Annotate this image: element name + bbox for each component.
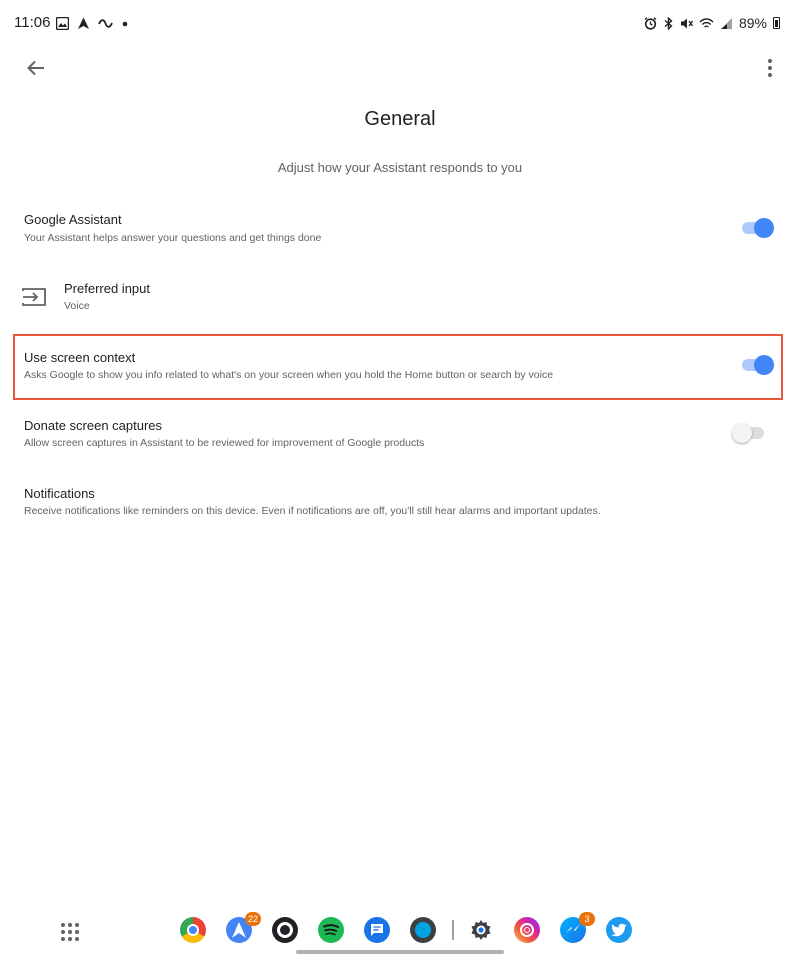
alarm-icon bbox=[644, 16, 657, 30]
use-screen-context-toggle[interactable] bbox=[740, 354, 774, 376]
image-icon bbox=[56, 16, 69, 30]
messages-icon[interactable] bbox=[364, 917, 390, 943]
setting-subtitle: Allow screen captures in Assistant to be… bbox=[24, 437, 425, 449]
back-button[interactable] bbox=[22, 54, 50, 82]
battery-percentage: 89% bbox=[738, 15, 767, 31]
setting-title: Use screen context bbox=[24, 350, 136, 365]
setting-subtitle: Voice bbox=[64, 300, 90, 312]
spark-mail-icon[interactable]: 22 bbox=[226, 912, 261, 943]
spotify-icon[interactable] bbox=[318, 917, 344, 943]
status-left-icons bbox=[56, 14, 129, 32]
status-right-icons: 89% bbox=[644, 14, 780, 32]
status-time: 11:06 bbox=[14, 14, 51, 31]
dock-divider bbox=[452, 920, 454, 940]
setting-subtitle: Receive notifications like reminders on … bbox=[24, 505, 601, 517]
twitter-icon[interactable] bbox=[606, 917, 632, 943]
setting-subtitle: Your Assistant helps answer your questio… bbox=[24, 232, 322, 244]
signal-icon bbox=[720, 17, 732, 29]
setting-title: Notifications bbox=[24, 486, 95, 501]
chrome-icon[interactable] bbox=[180, 917, 206, 943]
notification-badge: 22 bbox=[244, 912, 261, 926]
notification-badge: 3 bbox=[579, 912, 595, 926]
setting-subtitle: Asks Google to show you info related to … bbox=[24, 369, 554, 381]
notifications-setting[interactable]: Notifications Receive notifications like… bbox=[0, 476, 800, 532]
mute-icon bbox=[680, 18, 693, 28]
battery-icon bbox=[773, 17, 780, 29]
donate-screen-captures-toggle[interactable] bbox=[732, 422, 766, 444]
more-vert-icon bbox=[768, 59, 772, 63]
more-options-button[interactable] bbox=[760, 54, 780, 82]
setting-title: Google Assistant bbox=[24, 212, 122, 227]
beeper-icon[interactable] bbox=[272, 917, 298, 943]
messenger-icon[interactable]: 3 bbox=[560, 912, 595, 943]
home-gesture-pill[interactable] bbox=[296, 950, 504, 954]
google-assistant-toggle[interactable] bbox=[740, 217, 774, 239]
arrow-back-icon bbox=[27, 60, 44, 76]
page-subtitle: Adjust how your Assistant responds to yo… bbox=[277, 160, 523, 175]
dot-icon bbox=[122, 21, 128, 26]
navigation-arrow-icon bbox=[78, 17, 89, 29]
page-title: General bbox=[364, 108, 436, 130]
settings-icon[interactable] bbox=[468, 917, 494, 943]
setting-title: Preferred input bbox=[64, 281, 150, 296]
camera-app-icon[interactable] bbox=[410, 917, 436, 943]
donate-screen-captures-setting[interactable]: Donate screen captures Allow screen capt… bbox=[0, 408, 800, 464]
use-screen-context-setting[interactable]: Use screen context Asks Google to show y… bbox=[0, 340, 800, 396]
apps-grid-icon[interactable] bbox=[61, 923, 81, 943]
bluetooth-icon bbox=[664, 16, 673, 30]
instagram-icon[interactable] bbox=[514, 917, 540, 943]
setting-title: Donate screen captures bbox=[24, 418, 163, 433]
wifi-icon bbox=[699, 17, 714, 28]
link-icon bbox=[98, 18, 113, 28]
status-bar: 11:06 89% bbox=[0, 0, 800, 46]
google-assistant-setting[interactable]: Google Assistant Your Assistant helps an… bbox=[0, 204, 800, 260]
preferred-input-setting[interactable]: Preferred input Voice bbox=[0, 272, 800, 328]
